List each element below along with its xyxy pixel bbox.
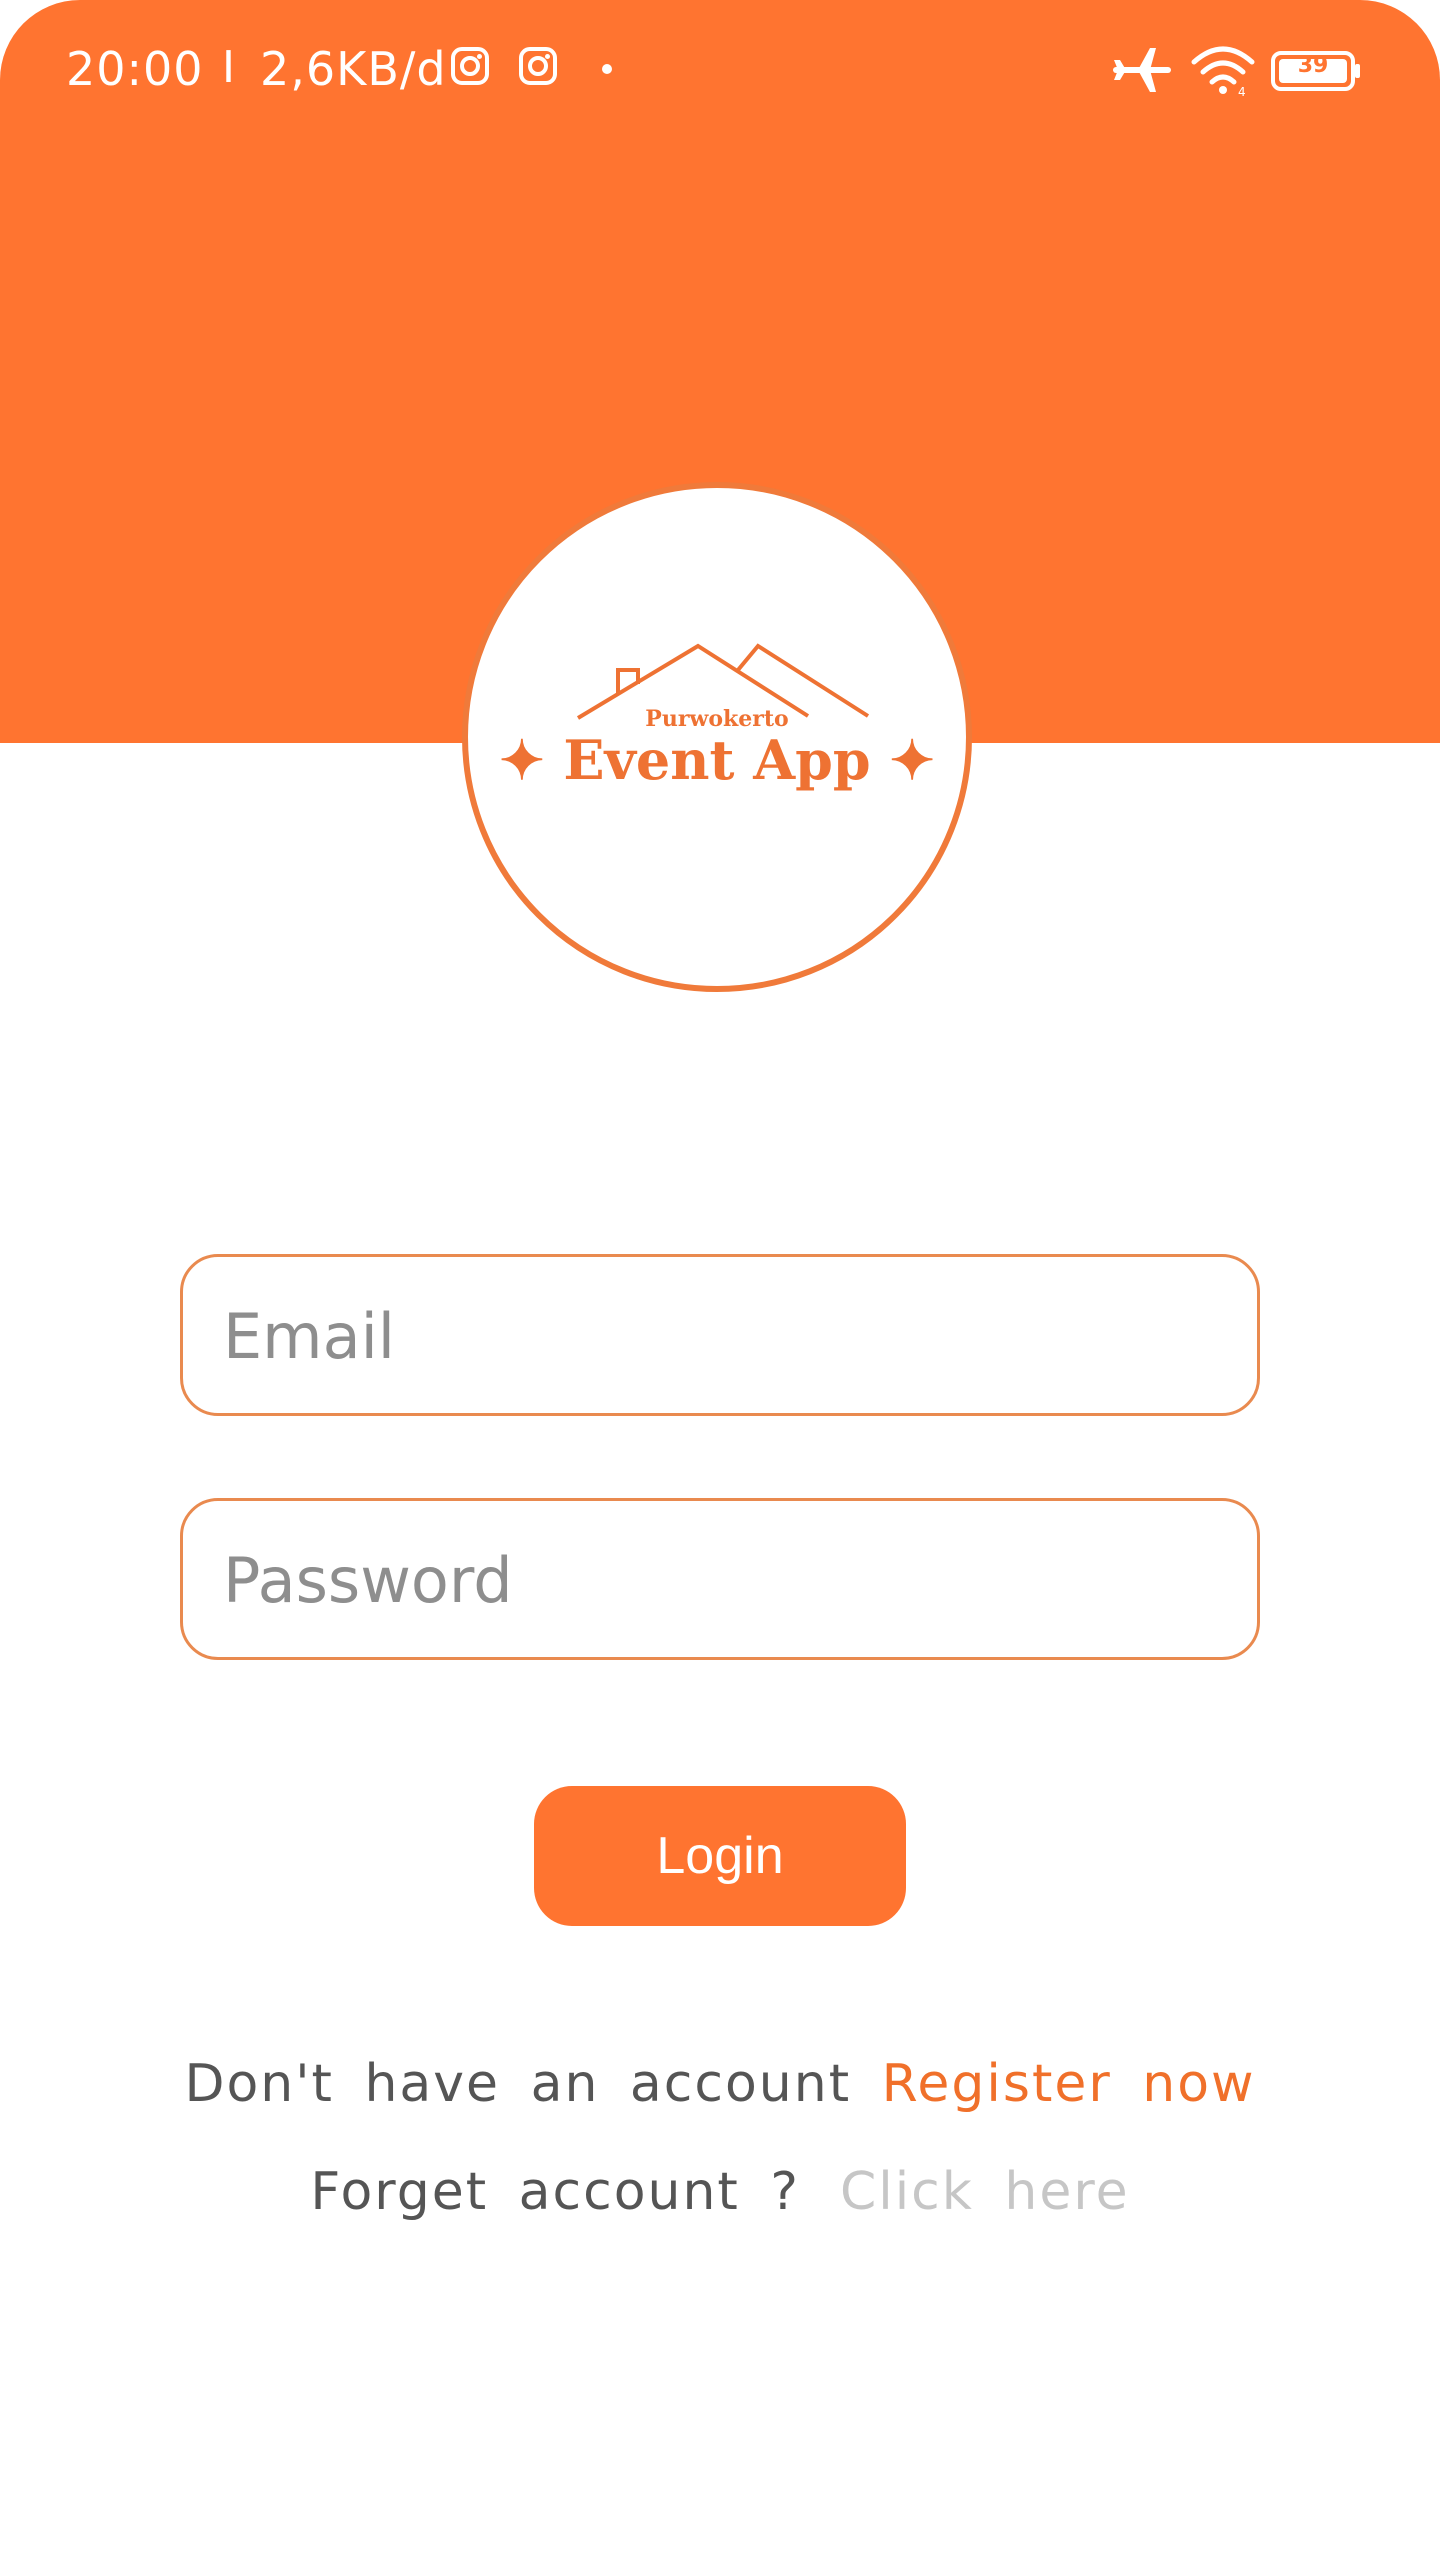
instagram-icon xyxy=(519,47,557,85)
wifi-icon: 4 xyxy=(1191,46,1255,98)
status-time: 20:00 xyxy=(66,42,204,96)
network-speed: 2,6KB/d xyxy=(260,42,447,96)
svg-text:4: 4 xyxy=(1238,85,1246,98)
password-input[interactable] xyxy=(221,1501,1225,1659)
status-separator: I xyxy=(222,42,235,93)
logo-title: ✦ Event App ✦ xyxy=(499,728,935,792)
email-field[interactable] xyxy=(180,1254,1260,1416)
battery-level: 39 xyxy=(1297,53,1329,78)
app-logo: Purwokerto ✦ Event App ✦ xyxy=(462,482,972,992)
forget-account-text: Forget account ? xyxy=(310,2162,800,2222)
no-account-text: Don't have an account xyxy=(184,2054,852,2114)
airplane-icon xyxy=(1113,48,1171,92)
register-prompt: Don't have an account Register now xyxy=(0,2054,1440,2114)
login-screen: 20:00 I 2,6KB/d 4 39 Purwokerto ✦ Event … xyxy=(0,0,1440,2552)
email-input[interactable] xyxy=(221,1257,1225,1415)
login-button[interactable]: Login xyxy=(534,1786,906,1926)
notification-dot xyxy=(602,64,612,74)
click-here-link[interactable]: Click here xyxy=(840,2162,1130,2222)
instagram-icon xyxy=(451,47,489,85)
register-link[interactable]: Register now xyxy=(882,2054,1256,2114)
forget-prompt: Forget account ? Click here xyxy=(0,2162,1440,2222)
password-field[interactable] xyxy=(180,1498,1260,1660)
status-bar: 20:00 I 2,6KB/d 4 39 xyxy=(0,0,1440,140)
